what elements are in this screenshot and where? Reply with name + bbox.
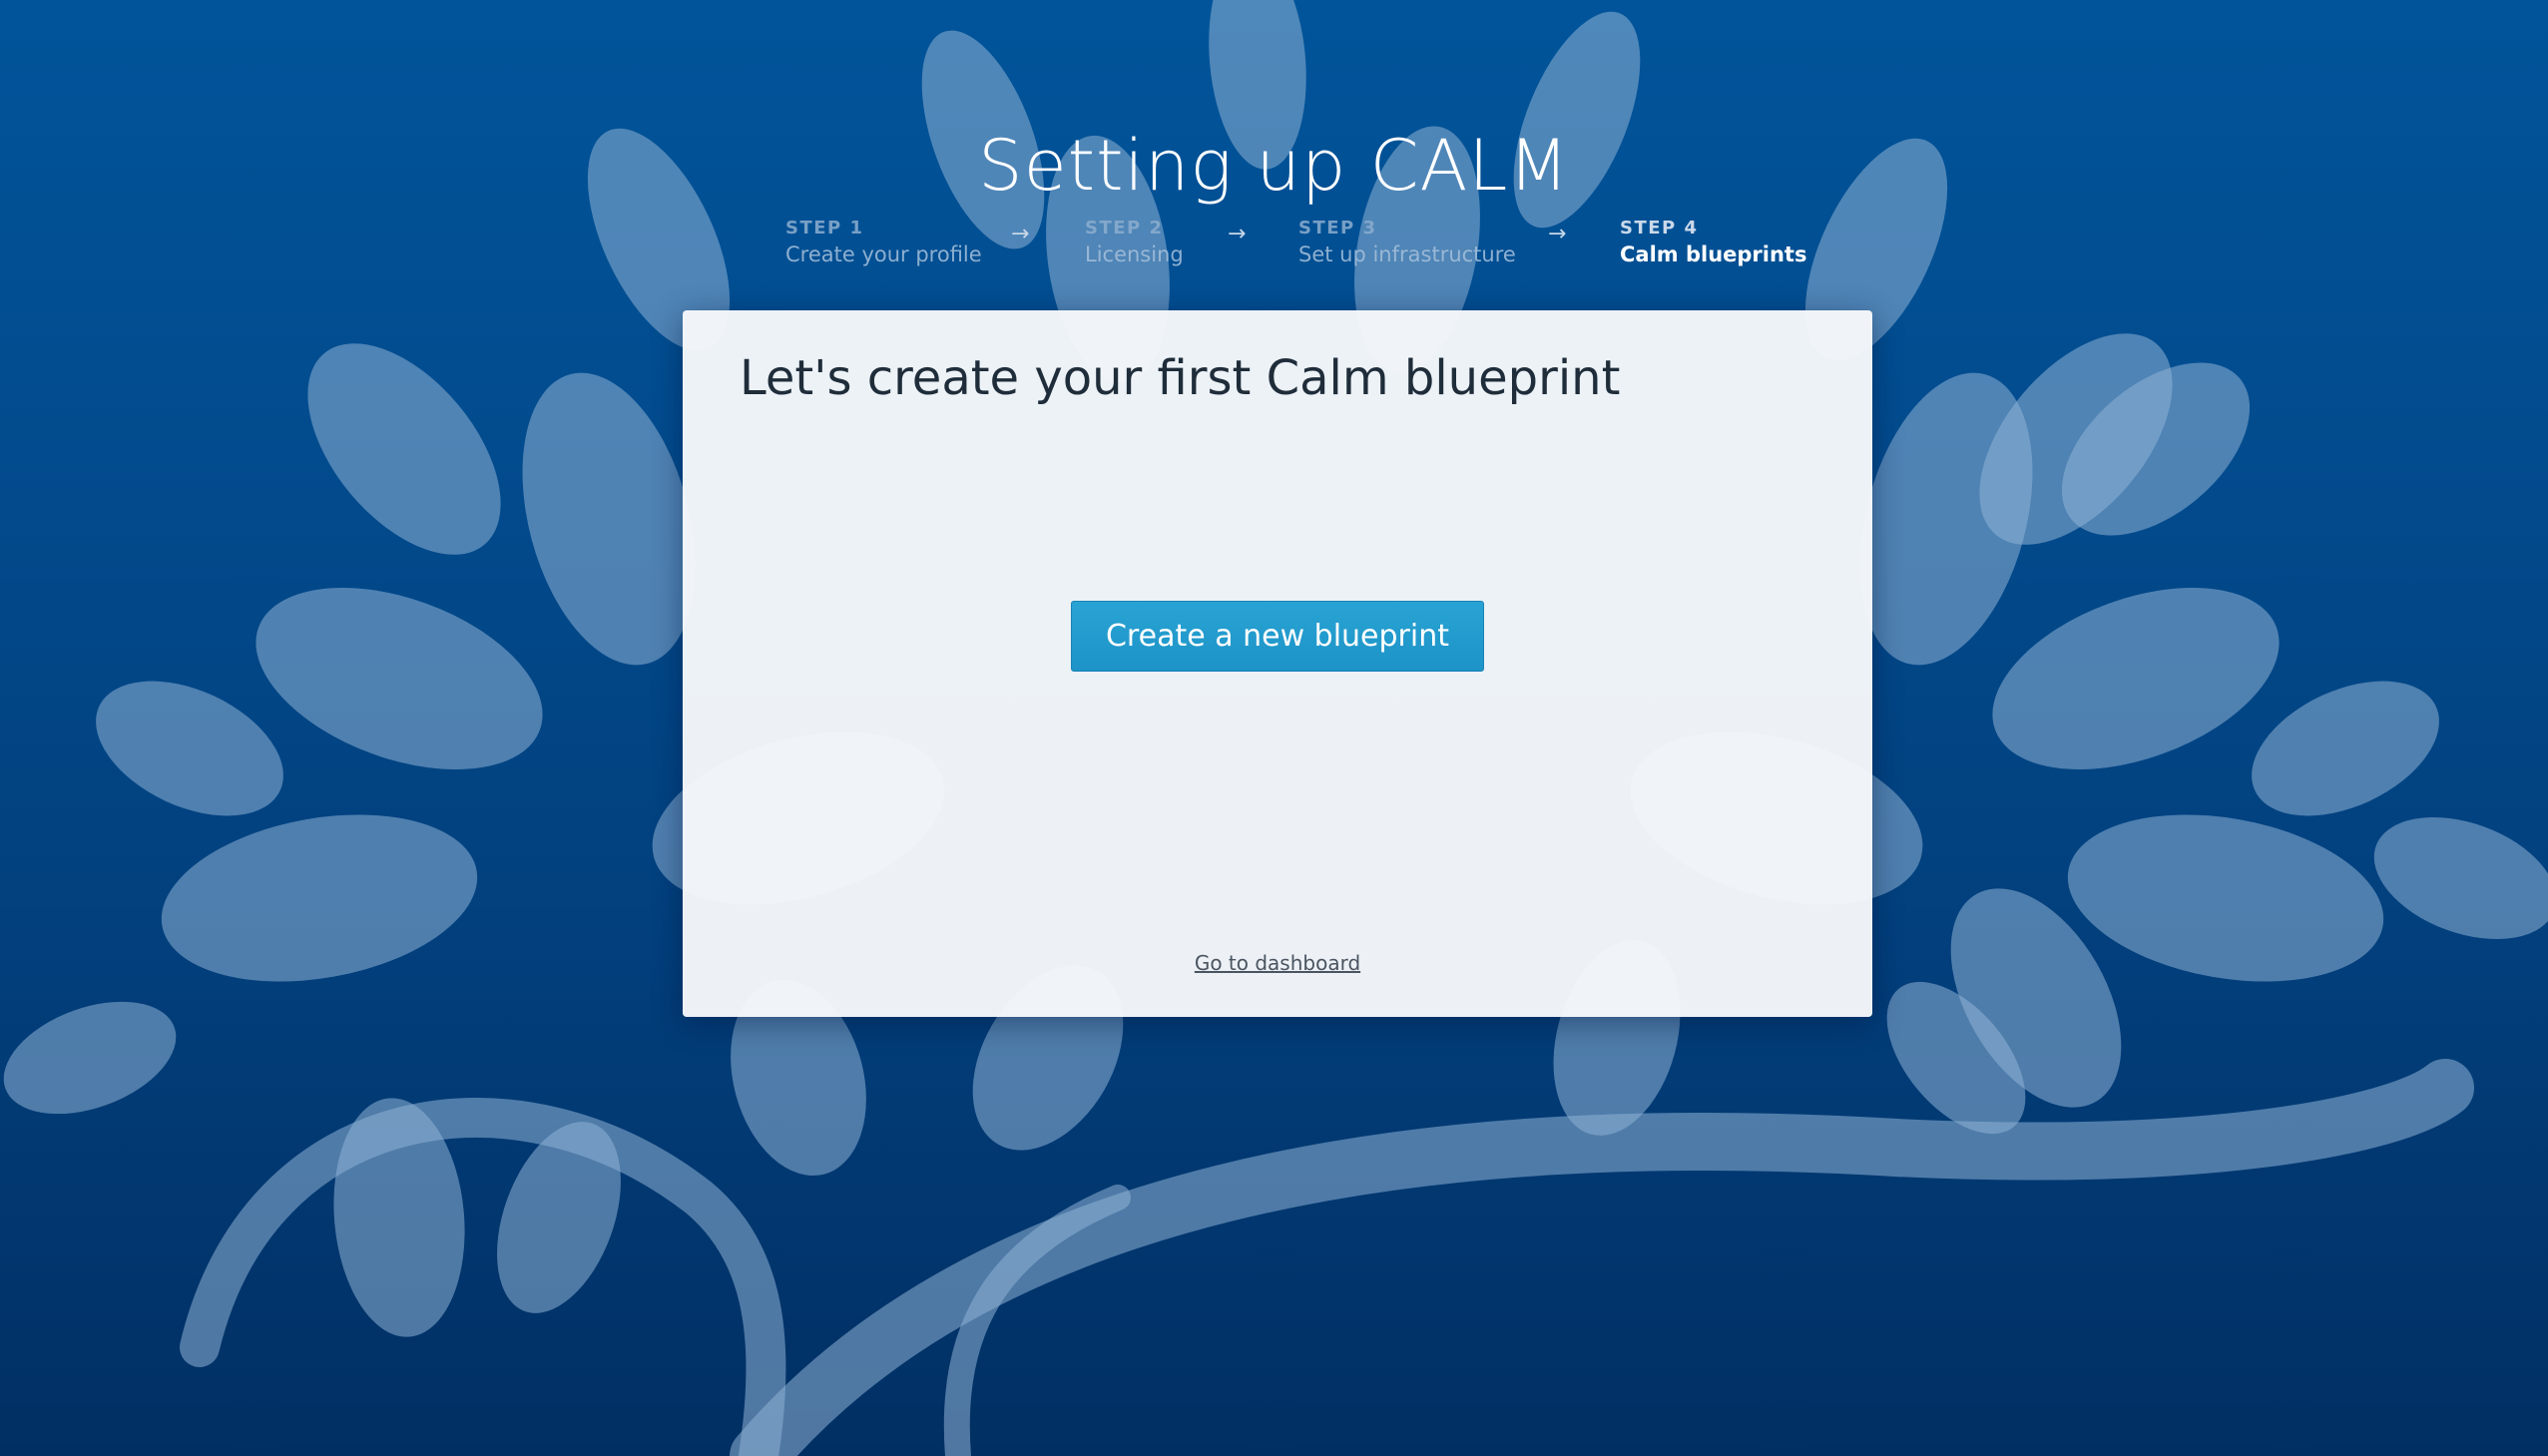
blueprint-setup-card: Let's create your first Calm blueprint C… [683,310,1872,1017]
step-label: Set up infrastructure [1298,243,1516,266]
step-calm-blueprints: STEP 4 Calm blueprints [1620,218,1806,266]
step-label: Licensing [1085,243,1184,266]
step-infrastructure: STEP 3 Set up infrastructure [1298,218,1516,266]
arrow-right-icon: → [1011,222,1030,246]
create-blueprint-button[interactable]: Create a new blueprint [1071,601,1484,672]
step-number: STEP 4 [1620,218,1699,239]
step-label: Calm blueprints [1620,243,1807,266]
step-label: Create your profile [785,243,982,266]
arrow-right-icon: → [1548,222,1567,246]
card-title: Let's create your first Calm blueprint [740,350,1621,406]
step-create-profile: STEP 1 Create your profile [785,218,982,266]
step-licensing: STEP 2 Licensing [1085,218,1184,266]
step-number: STEP 2 [1085,218,1164,239]
step-number: STEP 1 [785,218,864,239]
go-to-dashboard-link[interactable]: Go to dashboard [683,951,1872,975]
step-number: STEP 3 [1298,218,1377,239]
page-title: Setting up CALM [978,124,1570,207]
setup-stepper: STEP 1 Create your profile → STEP 2 Lice… [0,218,2548,277]
arrow-right-icon: → [1228,222,1247,246]
